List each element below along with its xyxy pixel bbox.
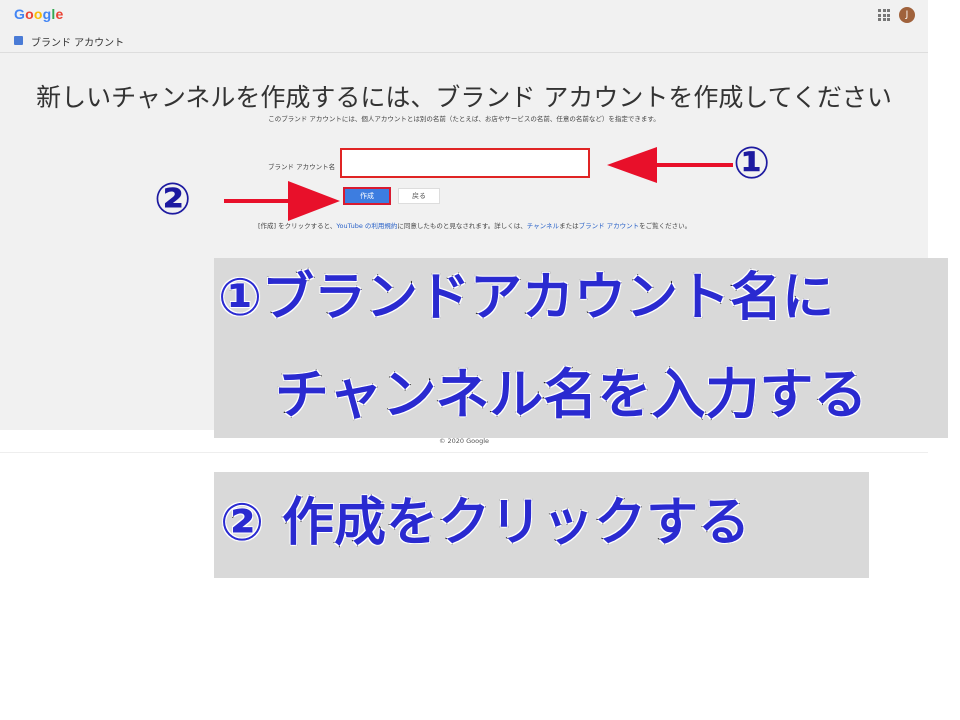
apps-grid-icon[interactable] <box>878 9 890 21</box>
arrow-to-input-icon <box>607 147 733 183</box>
brand-account-name-label: ブランド アカウント名 <box>268 163 336 171</box>
top-bar: Google J <box>0 0 928 30</box>
create-button[interactable]: 作成 <box>343 187 391 205</box>
footer-copyright: © 2020 Google <box>438 437 490 445</box>
terms-note-middle: に同意したものと見なされます。詳しくは、 <box>397 222 527 230</box>
brand-account-bar: ブランド アカウント <box>0 30 928 53</box>
callout-1-line-2: チャンネル名を入力する <box>274 363 868 426</box>
avatar[interactable]: J <box>899 7 915 23</box>
callout-2: ② 作成をクリックする <box>219 493 751 553</box>
terms-note-and: または <box>559 222 579 230</box>
callout-1-line-1: ①ブランドアカウント名に <box>217 268 835 328</box>
brand-account-icon <box>14 36 23 45</box>
google-logo[interactable]: Google <box>14 6 63 22</box>
marker-1: ① <box>733 138 771 189</box>
marker-2: ② <box>154 174 192 225</box>
terms-note-prefix: [作成] をクリックすると、 <box>258 222 337 230</box>
youtube-terms-link[interactable]: YouTube の利用規約 <box>336 222 397 230</box>
brand-account-label: ブランド アカウント <box>31 38 125 49</box>
brand-account-name-input[interactable] <box>340 148 590 178</box>
back-button[interactable]: 戻る <box>398 188 440 204</box>
footer-divider <box>0 452 928 453</box>
channel-link[interactable]: チャンネル <box>527 222 559 230</box>
arrow-to-create-icon <box>224 181 340 221</box>
page-title: 新しいチャンネルを作成するには、ブランド アカウントを作成してください <box>36 83 892 112</box>
page-description: このブランド アカウントには、個人アカウントとは別の名前（たとえば、お店やサービ… <box>268 115 660 123</box>
brand-account-link[interactable]: ブランド アカウント <box>579 222 640 230</box>
terms-note-suffix: をご覧ください。 <box>639 222 692 230</box>
